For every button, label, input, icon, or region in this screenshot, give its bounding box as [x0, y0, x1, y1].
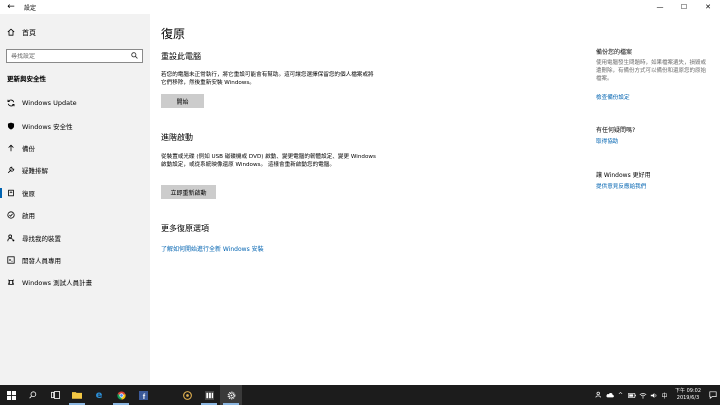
reset-description: 若您的電腦未正常執行，將它重設可能會有幫助。這可讓您選擇保留您的個人檔案或將它們…	[161, 72, 374, 86]
restart-now-button[interactable]: 立即重新啟動	[161, 185, 216, 199]
volume-icon[interactable]	[648, 385, 659, 405]
blank-app-icon[interactable]	[154, 385, 176, 405]
sidebar-item-label: 備份	[22, 144, 35, 153]
sidebar-item-backup[interactable]: 備份	[0, 137, 150, 159]
clock-date: 2019/6/3	[676, 395, 700, 401]
backup-files-heading: 備份您的檔案	[596, 49, 633, 56]
input-method-icon[interactable]: 中	[659, 385, 670, 405]
sidebar-item-activation[interactable]: 啟用	[0, 204, 150, 226]
facebook-icon[interactable]: f	[132, 385, 154, 405]
backup-arrow-icon	[0, 144, 22, 152]
system-tray: ^ 中 下午 09:02 2019/6/3	[593, 385, 720, 405]
main-content: 復原 重設此電腦 若您的電腦未正常執行，將它重設可能會有幫助。這可讓您選擇保留您…	[150, 14, 590, 385]
window-controls: — ☐ ✕	[648, 0, 720, 14]
chevron-up-icon[interactable]: ^	[615, 385, 626, 405]
sync-icon	[0, 99, 22, 107]
help-heading: 有任何疑問嗎?	[596, 127, 636, 134]
close-button[interactable]: ✕	[696, 0, 720, 14]
people-icon[interactable]	[593, 385, 604, 405]
sidebar-section-title: 更新與安全性	[7, 75, 46, 83]
insider-icon	[0, 278, 22, 286]
reset-start-button[interactable]: 開始	[161, 94, 204, 108]
clock[interactable]: 下午 09:02 2019/6/3	[670, 385, 706, 405]
recovery-icon	[0, 189, 22, 197]
file-explorer-icon[interactable]	[66, 385, 88, 405]
sidebar: 首頁 更新與安全性 Windows Update Windows 安全性 備份	[0, 14, 150, 385]
search-icon[interactable]	[22, 385, 44, 405]
media-app-icon[interactable]	[198, 385, 220, 405]
maximize-button[interactable]: ☐	[672, 0, 696, 14]
sidebar-item-label: 開發人員專用	[22, 256, 61, 265]
feedback-heading: 讓 Windows 更好用	[596, 172, 651, 179]
check-circle-icon	[0, 211, 22, 219]
minimize-button[interactable]: —	[648, 0, 672, 14]
task-view-icon[interactable]	[44, 385, 66, 405]
sidebar-item-recovery[interactable]: 復原	[0, 182, 150, 204]
sidebar-item-windows-update[interactable]: Windows Update	[0, 92, 150, 114]
shield-icon	[0, 122, 22, 130]
sidebar-item-troubleshoot[interactable]: 疑難排解	[0, 159, 150, 181]
battery-icon[interactable]	[626, 385, 637, 405]
page-title: 復原	[161, 27, 186, 41]
sidebar-item-label: Windows Update	[22, 99, 77, 108]
sidebar-nav: Windows Update Windows 安全性 備份 疑難排解 復原 啟用…	[0, 92, 150, 294]
taskbar: e f ^ 中 下午 09:02 2019/6/3	[0, 385, 720, 405]
fresh-install-link[interactable]: 了解如何開始進行全新 Windows 安裝	[161, 244, 264, 253]
home-icon	[0, 28, 22, 38]
sidebar-item-label: 尋找我的裝置	[22, 234, 61, 243]
sidebar-item-label: Windows 安全性	[22, 122, 73, 131]
more-recovery-heading: 更多復原選項	[161, 224, 209, 233]
edge-icon[interactable]: e	[88, 385, 110, 405]
reset-heading: 重設此電腦	[161, 52, 201, 61]
game-app-icon[interactable]	[176, 385, 198, 405]
sidebar-item-windows-security[interactable]: Windows 安全性	[0, 114, 150, 136]
sidebar-item-developers[interactable]: 開發人員專用	[0, 249, 150, 271]
notification-center-icon[interactable]	[706, 385, 720, 405]
backup-files-text: 使用電腦發生問題時，如果檔案遺失，損毀或遭刪除，有備份方式可以備份和還原您的原始…	[596, 60, 707, 82]
search-icon[interactable]	[131, 51, 138, 61]
window-title: 設定	[24, 4, 37, 12]
clock-time: 下午 09:02	[675, 388, 701, 394]
advanced-startup-heading: 進階啟動	[161, 133, 193, 142]
windows-start-icon[interactable]	[0, 385, 22, 405]
sidebar-item-label: 復原	[22, 189, 35, 198]
settings-gear-icon[interactable]	[220, 385, 242, 405]
search-input[interactable]	[11, 52, 121, 60]
person-pin-icon	[0, 234, 22, 242]
network-wifi-icon[interactable]	[637, 385, 648, 405]
sidebar-item-label: Windows 測試人員計畫	[22, 279, 93, 288]
developer-icon	[0, 256, 22, 264]
chrome-icon[interactable]	[110, 385, 132, 405]
back-arrow-icon[interactable]: ←	[0, 0, 22, 14]
check-backup-settings-link[interactable]: 檢查備份設定	[596, 93, 630, 101]
sidebar-item-windows-insider[interactable]: Windows 測試人員計畫	[0, 271, 150, 293]
wrench-icon	[0, 166, 22, 174]
sidebar-home[interactable]: 首頁	[0, 26, 150, 40]
sidebar-item-find-my-device[interactable]: 尋找我的裝置	[0, 226, 150, 248]
title-bar: ← 設定 — ☐ ✕	[0, 0, 720, 14]
give-feedback-link[interactable]: 提供意見反應給我們	[596, 182, 646, 190]
home-label: 首頁	[22, 29, 36, 37]
get-help-link[interactable]: 取得協助	[596, 137, 618, 145]
sidebar-item-label: 啟用	[22, 212, 35, 221]
sidebar-item-label: 疑難排解	[22, 167, 48, 176]
search-box[interactable]	[6, 49, 143, 63]
onedrive-cloud-icon[interactable]	[604, 385, 615, 405]
advanced-startup-description: 從裝置或光碟 (例如 USB 磁碟機或 DVD) 啟動、變更電腦的韌體設定、變更…	[161, 154, 376, 168]
